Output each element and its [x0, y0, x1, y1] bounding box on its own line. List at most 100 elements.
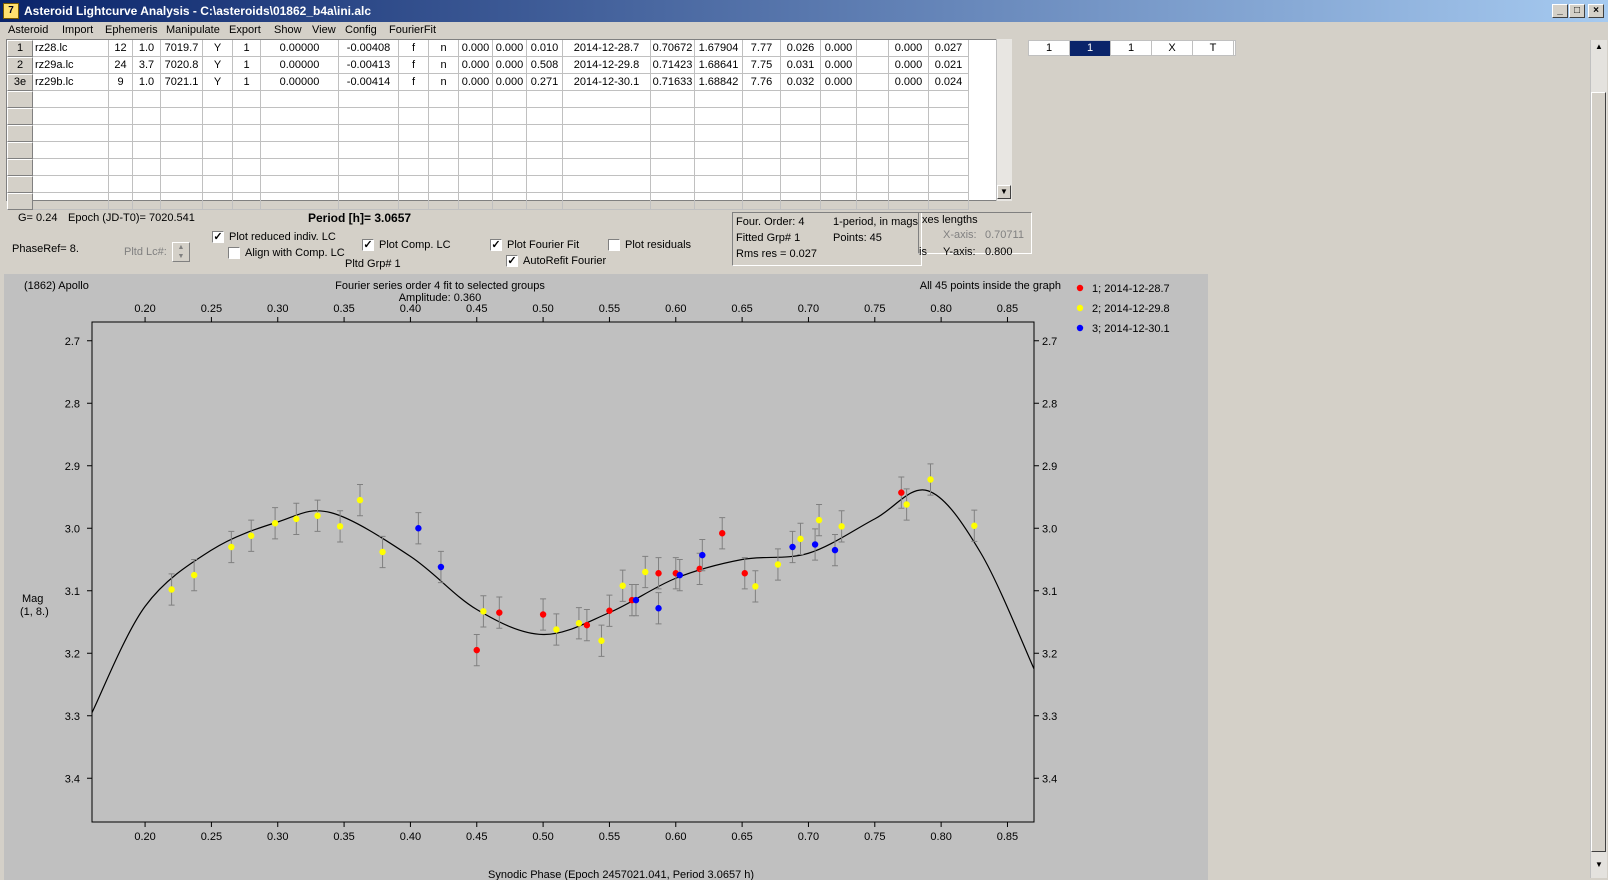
grid-cell[interactable]: 0.71633: [651, 74, 695, 91]
grid-cell[interactable]: 7019.7: [161, 40, 203, 57]
grid-cell[interactable]: [203, 91, 233, 108]
grid-cell[interactable]: n: [429, 57, 459, 74]
grid-cell[interactable]: [781, 176, 821, 193]
menu-asteroid[interactable]: Asteroid: [8, 24, 48, 36]
grid-cell[interactable]: [821, 193, 857, 210]
grid-cell[interactable]: [743, 125, 781, 142]
grid-cell[interactable]: [651, 91, 695, 108]
grid-cell[interactable]: [109, 193, 133, 210]
scroll-thumb[interactable]: [1591, 92, 1606, 852]
grid-cell[interactable]: 0.71423: [651, 57, 695, 74]
grid-cell[interactable]: [233, 91, 261, 108]
grid-cell[interactable]: [695, 91, 743, 108]
grid-cell[interactable]: [651, 108, 695, 125]
grid-cell[interactable]: [203, 159, 233, 176]
grid-cell[interactable]: f: [399, 57, 429, 74]
grid-cell[interactable]: 0.00000: [261, 74, 339, 91]
grid-cell[interactable]: 0.271: [527, 74, 563, 91]
grid-cell[interactable]: 0.032: [781, 74, 821, 91]
grid-cell[interactable]: 7020.8: [161, 57, 203, 74]
grid-cell[interactable]: 0.000: [493, 40, 527, 57]
menu-import[interactable]: Import: [62, 24, 93, 36]
grid-cell[interactable]: -0.00414: [339, 74, 399, 91]
grid-cell[interactable]: [857, 108, 889, 125]
grid-cell[interactable]: [821, 159, 857, 176]
grid-cell[interactable]: [133, 159, 161, 176]
grid-cell[interactable]: [33, 142, 109, 159]
grid-cell[interactable]: [161, 142, 203, 159]
grid-cell[interactable]: [781, 108, 821, 125]
grid-cell[interactable]: 0.000: [821, 74, 857, 91]
grid-cell[interactable]: 1: [233, 74, 261, 91]
pltd-lc-spinner[interactable]: ▲ ▼: [172, 242, 190, 262]
row-header[interactable]: [7, 125, 33, 142]
grid-cell[interactable]: [929, 91, 969, 108]
scroll-down-icon[interactable]: ▼: [1592, 860, 1606, 874]
selector-cell[interactable]: 1: [1111, 41, 1152, 56]
grid-cell[interactable]: [857, 193, 889, 210]
grid-cell[interactable]: [203, 142, 233, 159]
grid-cell[interactable]: [203, 108, 233, 125]
grid-cell[interactable]: [459, 125, 493, 142]
grid-cell[interactable]: [339, 108, 399, 125]
grid-cell[interactable]: [821, 91, 857, 108]
grid-cell[interactable]: 2014-12-30.1: [563, 74, 651, 91]
grid-cell[interactable]: [339, 91, 399, 108]
grid-cell[interactable]: [527, 91, 563, 108]
grid-cell[interactable]: [339, 193, 399, 210]
grid-cell[interactable]: [133, 108, 161, 125]
grid-cell[interactable]: [743, 193, 781, 210]
grid-cell[interactable]: 0.000: [493, 57, 527, 74]
grid-cell[interactable]: [233, 193, 261, 210]
grid-cell[interactable]: [821, 142, 857, 159]
grid-cell[interactable]: [563, 176, 651, 193]
grid-cell[interactable]: n: [429, 74, 459, 91]
grid-cell[interactable]: 0.000: [493, 74, 527, 91]
grid-cell[interactable]: [399, 125, 429, 142]
grid-cell[interactable]: [261, 159, 339, 176]
grid-cell[interactable]: 0.024: [929, 74, 969, 91]
grid-cell[interactable]: [857, 176, 889, 193]
grid-cell[interactable]: [133, 142, 161, 159]
grid-cell[interactable]: [695, 142, 743, 159]
grid-cell[interactable]: [261, 125, 339, 142]
grid-cell[interactable]: [651, 142, 695, 159]
grid-cell[interactable]: [527, 176, 563, 193]
grid-cell[interactable]: Y: [203, 74, 233, 91]
scroll-down-icon[interactable]: ▼: [997, 185, 1011, 199]
grid-cell[interactable]: [493, 159, 527, 176]
grid-cell[interactable]: [233, 159, 261, 176]
grid-cell[interactable]: [929, 176, 969, 193]
grid-cell[interactable]: [857, 91, 889, 108]
grid-cell[interactable]: [33, 91, 109, 108]
grid-cell[interactable]: [493, 91, 527, 108]
grid-cell[interactable]: 7021.1: [161, 74, 203, 91]
grid-cell[interactable]: 0.000: [459, 74, 493, 91]
grid-cell[interactable]: [527, 108, 563, 125]
selector-cell[interactable]: T: [1193, 41, 1234, 56]
grid-cell[interactable]: 7.75: [743, 57, 781, 74]
plot-comp-checkbox[interactable]: ✓: [362, 239, 374, 251]
grid-cell[interactable]: [929, 108, 969, 125]
grid-cell[interactable]: 0.000: [889, 74, 929, 91]
menu-fourierfit[interactable]: FourierFit: [389, 24, 436, 36]
grid-cell[interactable]: Y: [203, 40, 233, 57]
grid-cell[interactable]: 0.010: [527, 40, 563, 57]
grid-cell[interactable]: [33, 159, 109, 176]
grid-cell[interactable]: [233, 176, 261, 193]
grid-cell[interactable]: 7.77: [743, 40, 781, 57]
row-header[interactable]: [7, 176, 33, 193]
grid-cell[interactable]: [109, 159, 133, 176]
align-comp-checkbox[interactable]: [228, 247, 240, 259]
grid-cell[interactable]: [857, 57, 889, 74]
grid-cell[interactable]: f: [399, 74, 429, 91]
grid-cell[interactable]: [493, 125, 527, 142]
grid-cell[interactable]: [203, 125, 233, 142]
grid-cell[interactable]: [651, 193, 695, 210]
selector-cell[interactable]: 1: [1029, 41, 1070, 56]
grid-cell[interactable]: 0.000: [459, 57, 493, 74]
grid-cell[interactable]: [889, 193, 929, 210]
grid-cell[interactable]: [109, 176, 133, 193]
y-axis-length[interactable]: 0.800: [985, 246, 1013, 258]
grid-cell[interactable]: [459, 108, 493, 125]
